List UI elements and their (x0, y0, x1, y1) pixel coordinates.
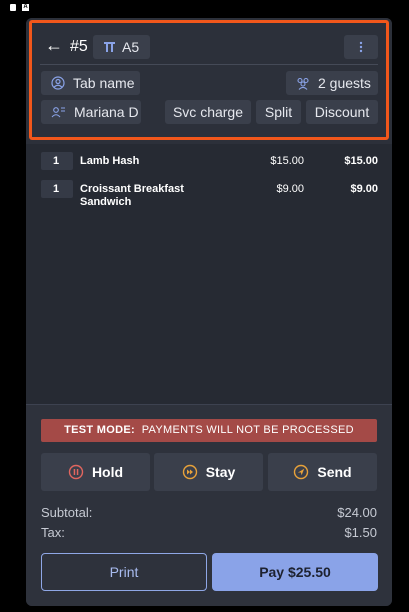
send-icon (293, 464, 309, 480)
user-circle-icon (51, 76, 65, 90)
item-quantity[interactable]: 1 (41, 180, 73, 198)
send-label: Send (317, 464, 352, 480)
split-label: Split (264, 104, 293, 120)
header-divider (40, 64, 378, 65)
pay-label: Pay $25.50 (259, 564, 331, 580)
subtotal-label: Subtotal: (41, 505, 93, 520)
send-button[interactable]: Send (268, 453, 377, 491)
status-bar: A (10, 2, 29, 12)
app-indicator-icon: A (22, 3, 29, 11)
print-button[interactable]: Print (41, 553, 207, 591)
guests-label: 2 guests (318, 75, 371, 91)
hold-label: Hold (91, 464, 124, 480)
svc-charge-label: Svc charge (172, 104, 244, 120)
discount-label: Discount (314, 104, 370, 120)
server-icon (51, 106, 66, 118)
server-label: Mariana D (74, 104, 139, 120)
item-price: $15.00 (270, 155, 304, 167)
item-name: Croissant Breakfast Sandwich (80, 183, 184, 208)
item-price: $9.00 (276, 183, 304, 195)
order-number: #5 (70, 38, 88, 55)
more-menu-button[interactable] (344, 35, 378, 59)
tax-row: Tax: $1.50 (41, 525, 377, 540)
split-button[interactable]: Split (256, 100, 301, 124)
tax-label: Tax: (41, 525, 65, 540)
pay-button[interactable]: Pay $25.50 (212, 553, 378, 591)
table-icon (103, 41, 116, 53)
table-selector[interactable]: A5 (93, 35, 150, 59)
order-panel: ← #5 A5 Tab name 2 guests Mariana D Svc … (26, 18, 392, 606)
item-name: Lamb Hash (80, 155, 140, 167)
footer-divider (26, 404, 392, 405)
more-vertical-icon (359, 41, 363, 53)
print-label: Print (109, 564, 139, 580)
item-total: $9.00 (350, 183, 378, 195)
svc-charge-button[interactable]: Svc charge (165, 100, 251, 124)
tax-value: $1.50 (344, 525, 377, 540)
stay-label: Stay (205, 464, 236, 480)
item-total: $15.00 (344, 155, 378, 167)
tab-name-button[interactable]: Tab name (41, 71, 140, 95)
hold-button[interactable]: Hold (41, 453, 150, 491)
table-label: A5 (122, 39, 140, 55)
pause-circle-icon (68, 464, 84, 480)
group-icon (296, 77, 310, 90)
server-button[interactable]: Mariana D (41, 100, 141, 124)
test-mode-text: PAYMENTS WILL NOT BE PROCESSED (141, 424, 354, 436)
subtotal-row: Subtotal: $24.00 (41, 505, 377, 520)
guests-button[interactable]: 2 guests (286, 71, 378, 95)
subtotal-value: $24.00 (337, 505, 377, 520)
test-mode-banner: TEST MODE: PAYMENTS WILL NOT BE PROCESSE… (41, 419, 377, 442)
test-mode-label: TEST MODE: (64, 424, 135, 436)
item-quantity[interactable]: 1 (41, 152, 73, 170)
back-arrow-icon[interactable]: ← (45, 35, 63, 56)
fast-forward-icon (182, 464, 198, 480)
order-header: ← #5 A5 Tab name 2 guests Mariana D Svc … (26, 18, 392, 144)
order-footer: TEST MODE: PAYMENTS WILL NOT BE PROCESSE… (26, 404, 392, 606)
sim-icon (10, 3, 16, 11)
discount-button[interactable]: Discount (306, 100, 378, 124)
stay-button[interactable]: Stay (154, 453, 263, 491)
tab-name-label: Tab name (73, 75, 135, 91)
